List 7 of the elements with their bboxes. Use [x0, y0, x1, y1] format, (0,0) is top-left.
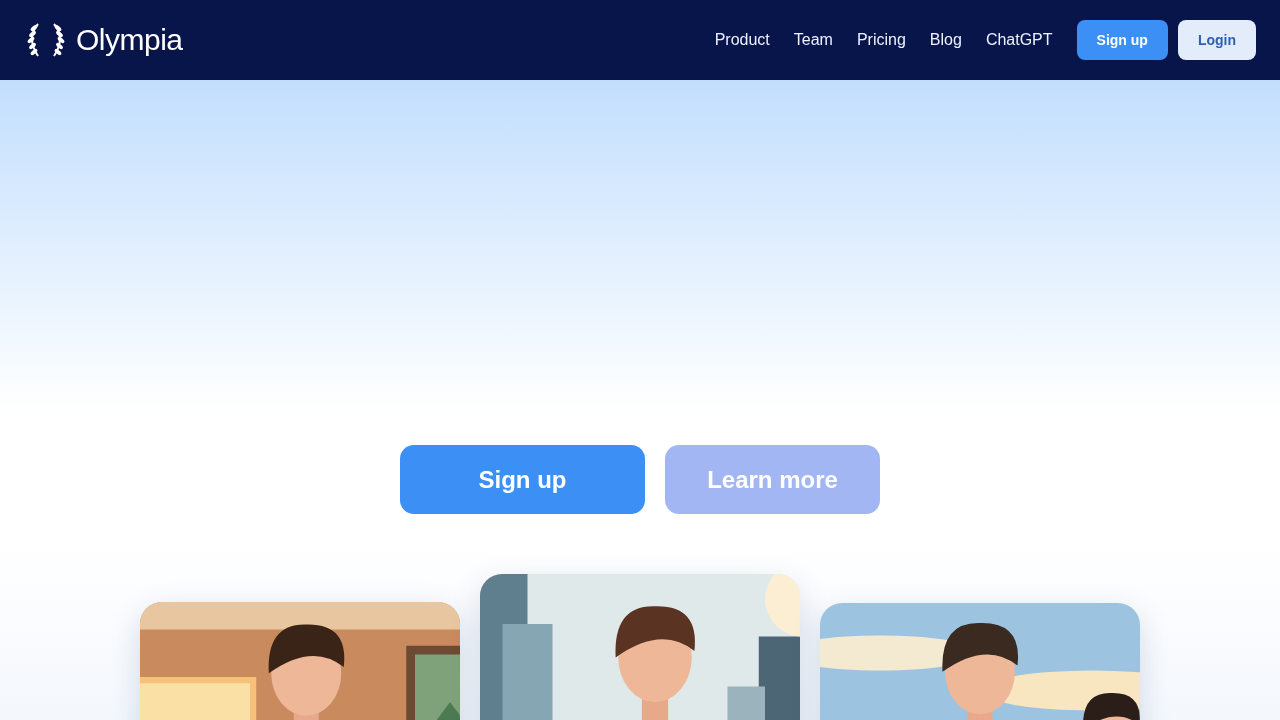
nav-link[interactable]: ChatGPT	[985, 31, 1053, 49]
nav-link[interactable]: Product	[714, 31, 770, 49]
nav-link[interactable]: Blog	[929, 31, 962, 49]
logo-text: Olympia	[76, 23, 183, 57]
nav-link[interactable]: Team	[793, 31, 833, 49]
login-button[interactable]: Login	[1177, 20, 1256, 60]
nav-link[interactable]: Pricing	[856, 31, 906, 49]
